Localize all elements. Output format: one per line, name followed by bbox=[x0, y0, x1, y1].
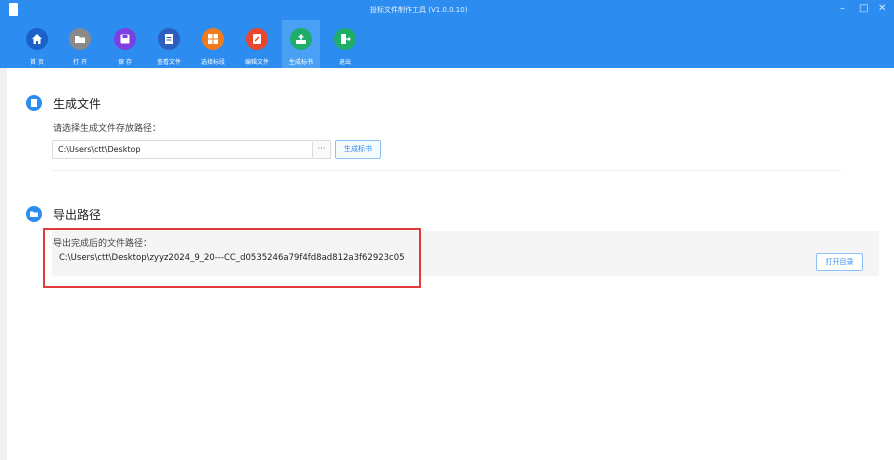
window-title: 投标文件制作工具 (V1.0.0.10) bbox=[370, 6, 468, 14]
close-button[interactable]: ✕ bbox=[878, 3, 886, 15]
toolbar: 首 页 打 开 保 存 查看文件 选择标段 编辑文件 生成标书 退出 bbox=[0, 20, 894, 68]
toolbar-view-file-button[interactable]: 查看文件 bbox=[150, 20, 188, 68]
grid-icon bbox=[202, 28, 224, 50]
toolbar-open-label: 打 开 bbox=[73, 59, 87, 66]
toolbar-home-label: 首 页 bbox=[30, 59, 44, 66]
app-logo-icon bbox=[9, 3, 18, 16]
toolbar-exit-label: 退出 bbox=[338, 59, 351, 66]
file-section-icon bbox=[26, 95, 42, 111]
toolbar-view-file-label: 查看文件 bbox=[156, 59, 181, 66]
highlight-box bbox=[43, 228, 421, 288]
toolbar-edit-file-label: 编辑文件 bbox=[244, 59, 269, 66]
minimize-button[interactable]: – bbox=[840, 3, 845, 15]
toolbar-select-section-label: 选择标段 bbox=[200, 59, 225, 66]
toolbar-select-section-button[interactable]: 选择标段 bbox=[194, 20, 232, 68]
generate-section-title: 生成文件 bbox=[53, 97, 102, 111]
toolbar-open-button[interactable]: 打 开 bbox=[61, 20, 99, 68]
output-path-input[interactable]: C:\Users\ctt\Desktop bbox=[52, 140, 313, 159]
title-bar: 投标文件制作工具 (V1.0.0.10) – □ ✕ bbox=[0, 0, 894, 20]
edit-icon bbox=[246, 28, 268, 50]
window-left-edge bbox=[0, 0, 7, 460]
document-icon bbox=[158, 28, 180, 50]
open-directory-button[interactable]: 打开目录 bbox=[816, 253, 863, 271]
toolbar-generate-label: 生成标书 bbox=[288, 59, 313, 66]
toolbar-save-label: 保 存 bbox=[118, 59, 132, 66]
generate-path-hint: 请选择生成文件存放路径： bbox=[53, 124, 162, 134]
toolbar-save-button[interactable]: 保 存 bbox=[106, 20, 144, 68]
exit-icon bbox=[334, 28, 356, 50]
toolbar-generate-button[interactable]: 生成标书 bbox=[282, 20, 320, 68]
save-icon bbox=[114, 28, 136, 50]
home-icon bbox=[26, 28, 48, 50]
generate-tender-button[interactable]: 生成标书 bbox=[335, 140, 381, 159]
export-icon bbox=[290, 28, 312, 50]
maximize-button[interactable]: □ bbox=[859, 3, 868, 15]
folder-icon bbox=[69, 28, 91, 50]
toolbar-home-button[interactable]: 首 页 bbox=[18, 20, 56, 68]
folder-section-icon bbox=[26, 206, 42, 222]
browse-button[interactable]: ··· bbox=[313, 140, 331, 159]
toolbar-edit-file-button[interactable]: 编辑文件 bbox=[238, 20, 276, 68]
toolbar-exit-button[interactable]: 退出 bbox=[326, 20, 364, 68]
export-section-title: 导出路径 bbox=[53, 208, 102, 222]
section-divider bbox=[52, 170, 842, 171]
